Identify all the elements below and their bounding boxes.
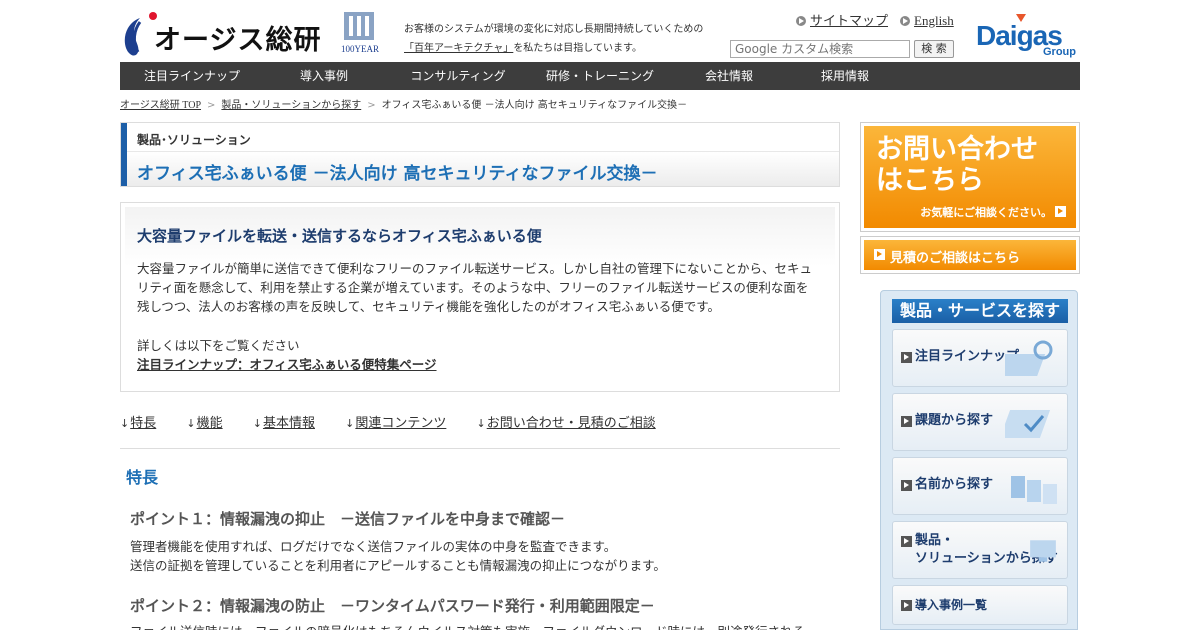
breadcrumb-current: オフィス宅ふぁいる便 －法人向け 高セキュリティなファイル交換－ <box>381 100 688 111</box>
panel-title: 製品・サービスを探す <box>892 299 1068 323</box>
arrow-down-icon: ↓ <box>120 417 130 430</box>
intro-more-text: 詳しくは以下をご覧ください <box>137 338 300 353</box>
anchor-features[interactable]: 特長 <box>130 416 156 431</box>
global-nav: 注目ラインナップ 導入事例 コンサルティング 研修・トレーニング 会社情報 採用… <box>120 62 1080 90</box>
intro-box: 大容量ファイルを転送・送信するならオフィス宅ふぁいる便 大容量ファイルが簡単に送… <box>120 202 840 392</box>
quote-button-bg: 見積のご相談はこちら <box>864 240 1076 270</box>
play-arrow-icon <box>901 536 912 547</box>
100year-icon: 100YEAR <box>341 12 379 54</box>
breadcrumb: オージス総研 TOP > 製品・ソリューションから探す > オフィス宅ふぁいる便 －法人… <box>120 96 687 111</box>
search-lineup-label: 注目ラインナップ <box>915 349 1020 364</box>
anchor-links: ↓特長 ↓機能 ↓基本情報 ↓関連コンテンツ ↓お問い合わせ・見積のご相談 <box>120 412 682 431</box>
play-arrow-icon <box>901 352 912 363</box>
tagline-line1: お客様のシステムが環境の変化に対応し長期間持続していくための <box>404 24 704 35</box>
quote-button[interactable]: 見積のご相談はこちら <box>860 236 1080 274</box>
100year-badge: 100YEAR <box>338 12 384 56</box>
contact-sub-text: お気軽にご相談ください。 <box>920 206 1052 219</box>
product-search-panel: 製品・サービスを探す 注目ラインナップ 課題から探す 名前から探す 製品・ ソリ… <box>880 290 1078 630</box>
arrow-down-icon: ↓ <box>252 417 262 430</box>
nav-item-lineup[interactable]: 注目ラインナップ <box>120 62 264 90</box>
search-by-product-button[interactable]: 製品・ ソリューションから探す <box>892 521 1068 579</box>
chevron-right-icon: > <box>207 100 216 111</box>
play-arrow-icon <box>901 600 912 611</box>
divider <box>120 448 840 449</box>
breadcrumb-top[interactable]: オージス総研 TOP <box>120 100 201 111</box>
contact-banner-sub: お気軽にご相談ください。 <box>920 204 1066 220</box>
century-architecture-link[interactable]: 「百年アーキテクチャ」 <box>404 43 513 54</box>
anchor-functions[interactable]: 機能 <box>197 416 223 431</box>
search-by-name-label: 名前から探す <box>915 477 994 492</box>
chevron-right-icon: > <box>367 100 376 111</box>
english-link[interactable]: English <box>914 13 954 28</box>
play-arrow-icon <box>901 480 912 491</box>
daigas-group-logo[interactable]: Daigas Group <box>976 14 1080 60</box>
page-category: 製品･ソリューション <box>137 133 251 147</box>
case-studies-button[interactable]: 導入事例一覧 <box>892 585 1068 625</box>
nav-item-recruit[interactable]: 採用情報 <box>790 62 900 90</box>
contact-banner-bg: お問い合わせ はこちら お気軽にご相談ください。 <box>864 126 1076 228</box>
features-heading: 特長 <box>126 468 159 487</box>
play-arrow-icon <box>874 249 885 260</box>
contact-title-line2: はこちら <box>876 165 984 196</box>
daigas-sub: Group <box>1043 46 1076 58</box>
logo-text: オージス総研 <box>154 25 322 56</box>
anchor-related[interactable]: 関連コンテンツ <box>355 416 446 431</box>
tagline: お客様のシステムが環境の変化に対応し長期間持続していくための 「百年アーキテクチ… <box>404 20 714 58</box>
search-by-issue-label: 課題から探す <box>915 413 994 428</box>
point2-title: ポイント２：情報漏洩の防止 －ワンタイムパスワード発行・利用範囲限定－ <box>130 597 655 615</box>
svg-text:100YEAR: 100YEAR <box>341 44 379 54</box>
point1-title: ポイント１：情報漏洩の抑止 －送信ファイルを中身まで確認－ <box>130 510 566 528</box>
lineup-feature-link[interactable]: 注目ラインナップ：オフィス宅ふぁいる便特集ページ <box>137 354 437 373</box>
intro-heading: 大容量ファイルを転送・送信するならオフィス宅ふぁいる便 <box>137 227 542 245</box>
arrow-circle-icon <box>900 16 911 26</box>
contact-title-line1: お問い合わせ <box>876 134 1038 165</box>
case-studies-label: 導入事例一覧 <box>915 598 988 612</box>
point2-line1: ファイル送信時には、ファイルの暗号化はもちろんウイルス対策も実施。ファイルダウン… <box>130 622 805 630</box>
search-lineup-button[interactable]: 注目ラインナップ <box>892 329 1068 387</box>
contact-banner[interactable]: お問い合わせ はこちら お気軽にご相談ください。 <box>860 122 1080 232</box>
ogis-logo[interactable]: オージス総研 <box>120 10 320 60</box>
nav-item-case-studies[interactable]: 導入事例 <box>264 62 384 90</box>
intro-body: 大容量ファイルが簡単に送信できて便利なフリーのファイル転送サービス。しかし自社の… <box>137 261 813 314</box>
nav-item-training[interactable]: 研修・トレーニング <box>532 62 668 90</box>
search-by-issue-button[interactable]: 課題から探す <box>892 393 1068 451</box>
search-button[interactable]: 検 索 <box>914 40 954 58</box>
play-arrow-icon <box>1055 206 1066 217</box>
contact-banner-title: お問い合わせ はこちら <box>876 134 1038 196</box>
top-links: サイトマップ English <box>796 10 966 29</box>
search-by-product-label1: 製品・ <box>915 533 955 548</box>
anchor-basic-info[interactable]: 基本情報 <box>263 416 315 431</box>
tagline-line2: を私たちは目指しています。 <box>513 43 643 54</box>
nav-item-consulting[interactable]: コンサルティング <box>384 62 532 90</box>
monitor-illustration-icon <box>1030 540 1056 562</box>
page-title-box: 製品･ソリューション オフィス宅ふぁいる便 －法人向け 高セキュリティなファイル… <box>120 122 840 187</box>
point1-line1: 管理者機能を使用すれば、ログだけでなく送信ファイルの実体の中身を監査できます。 <box>130 539 617 554</box>
anchor-contact[interactable]: お問い合わせ・見積のご相談 <box>487 416 656 431</box>
arrow-circle-icon <box>796 16 806 26</box>
search-by-name-button[interactable]: 名前から探す <box>892 457 1068 515</box>
quote-label: 見積のご相談はこちら <box>890 251 1021 266</box>
abc-blocks-illustration-icon <box>1011 476 1057 504</box>
sitemap-link[interactable]: サイトマップ <box>810 13 888 28</box>
page-title: オフィス宅ふぁいる便 －法人向け 高セキュリティなファイル交換－ <box>137 164 658 184</box>
point1-line2: 送信の証拠を管理していることを利用者にアピールすることも情報漏洩の抑止につながり… <box>130 558 666 573</box>
magnifier-illustration-icon <box>1005 340 1053 376</box>
arrow-down-icon: ↓ <box>345 417 355 430</box>
checklist-illustration-icon <box>1005 410 1051 438</box>
arrow-down-icon: ↓ <box>476 417 486 430</box>
arrow-down-icon: ↓ <box>186 417 196 430</box>
play-arrow-icon <box>901 416 912 427</box>
search-input[interactable] <box>730 40 910 58</box>
nav-item-company[interactable]: 会社情報 <box>668 62 790 90</box>
breadcrumb-products[interactable]: 製品・ソリューションから探す <box>221 100 361 111</box>
